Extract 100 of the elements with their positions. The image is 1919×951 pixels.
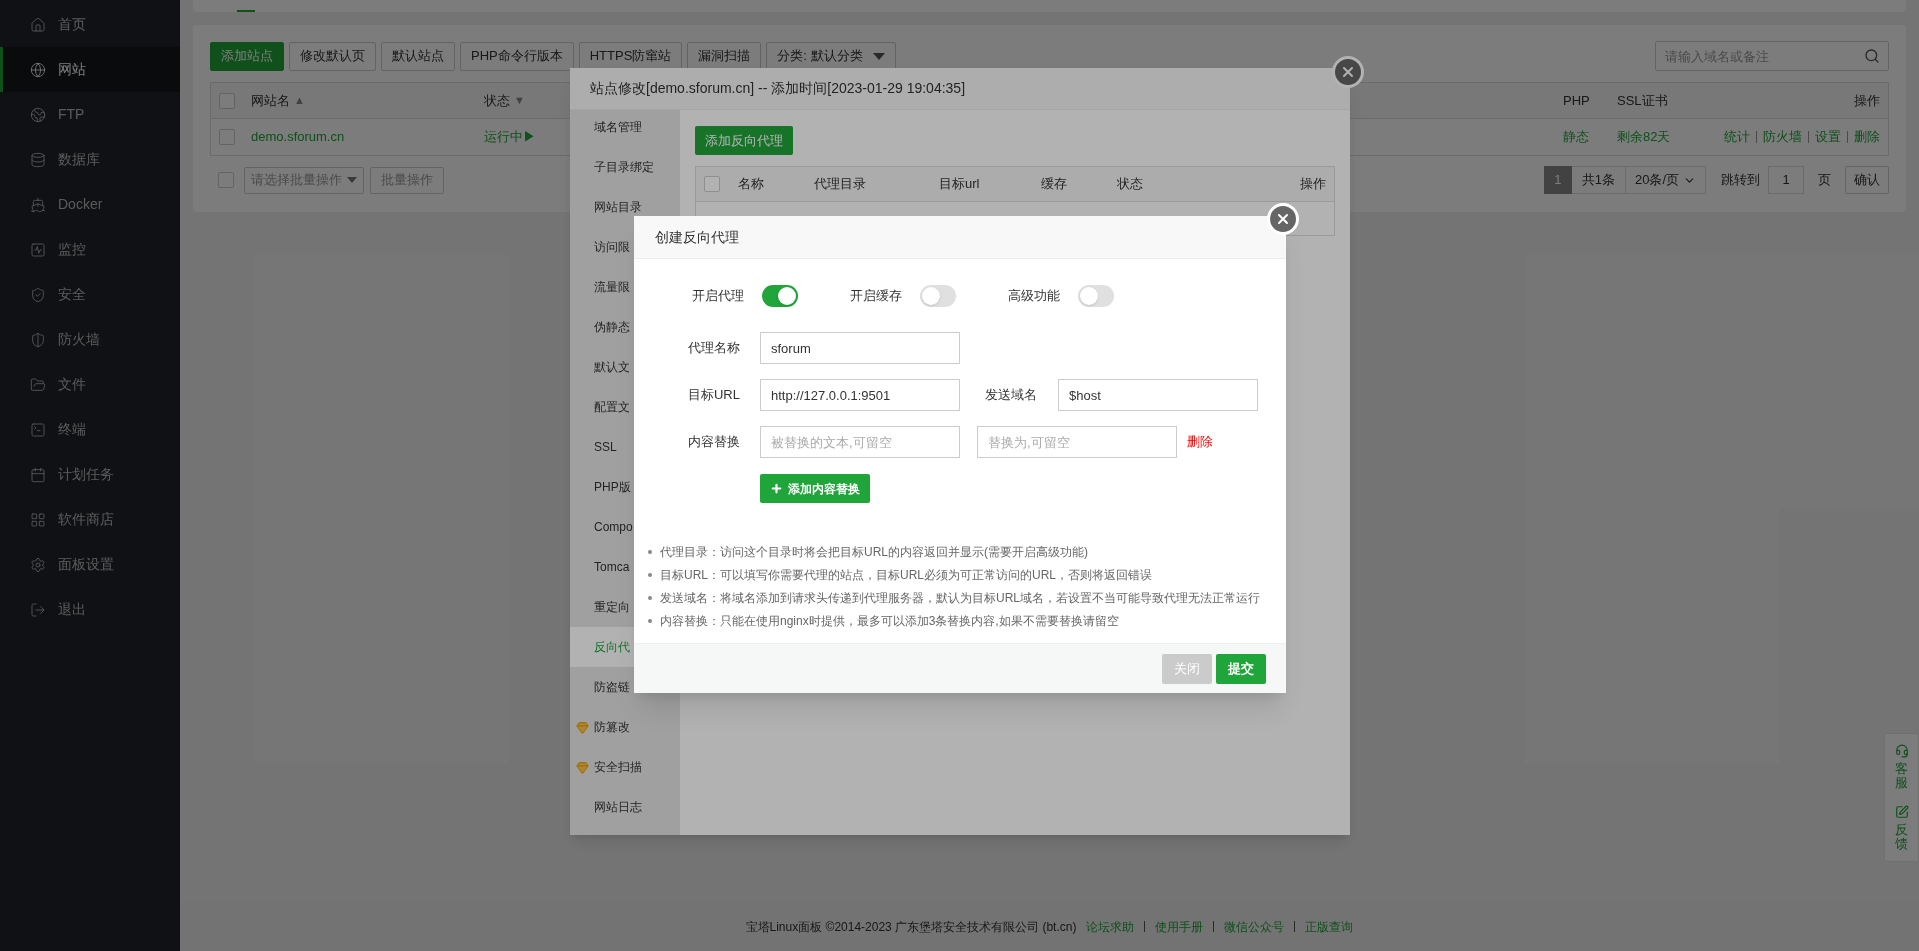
- checkbox[interactable]: [704, 176, 720, 192]
- toolbar-button[interactable]: 添加站点: [210, 41, 284, 71]
- edit-icon: [1894, 804, 1909, 819]
- sidebar-item[interactable]: 文件: [0, 362, 180, 407]
- page-unit: 页: [1818, 171, 1831, 190]
- url-field[interactable]: http://127.0.0.1:9501: [760, 379, 960, 411]
- dialog-title: 创建反向代理: [655, 227, 739, 247]
- sidebar-item[interactable]: 软件商店: [0, 497, 180, 542]
- toolbar-button[interactable]: HTTPS防窜站: [578, 41, 683, 71]
- dialog-title: 站点修改[demo.sforum.cn] -- 添加时间[2023-01-29 19:04:35]: [590, 79, 966, 98]
- sort-mark[interactable]: ▲: [294, 92, 305, 109]
- checkbox[interactable]: [218, 172, 234, 188]
- toggle-switch[interactable]: [762, 285, 798, 307]
- checkbox[interactable]: [219, 92, 235, 109]
- home-icon: [30, 16, 46, 33]
- copyright-text: 宝塔Linux面板 ©2014-2023 广东堡塔安全技术有限公司 (bt.cn): [745, 918, 1077, 936]
- sidebar-item[interactable]: 首页: [0, 2, 180, 47]
- column-header[interactable]: 网站名: [251, 90, 290, 111]
- column-header[interactable]: 状态: [484, 90, 510, 111]
- menu-item[interactable]: 子目录绑定: [570, 147, 680, 187]
- footer-link[interactable]: 微信公众号: [1224, 917, 1285, 936]
- gem-icon: [576, 760, 589, 774]
- bullet-icon: [648, 573, 652, 577]
- search-icon: [1864, 48, 1880, 64]
- column-header: 状态: [1117, 175, 1143, 194]
- sidebar-item[interactable]: Docker: [0, 182, 180, 227]
- toolbar-button[interactable]: 漏洞扫描: [687, 41, 762, 71]
- site-link[interactable]: demo.sforum.cn: [251, 127, 345, 147]
- action-link[interactable]: 删除: [1854, 127, 1880, 147]
- dialog-button[interactable]: 提交: [1216, 653, 1266, 684]
- shield-check-icon: [30, 286, 46, 303]
- sidebar-item[interactable]: 面板设置: [0, 542, 180, 587]
- status-link[interactable]: 运行中▶: [484, 127, 536, 147]
- ship-icon: [30, 196, 46, 213]
- column-header: 操作: [1854, 91, 1880, 110]
- page-input[interactable]: 1: [1768, 166, 1804, 194]
- caret-icon: [873, 52, 886, 60]
- replace-from-field[interactable]: 被替换的文本,可留空: [760, 426, 960, 458]
- grid-icon: [30, 511, 46, 528]
- plus-icon: [770, 482, 783, 495]
- toggle-switch[interactable]: [920, 285, 956, 307]
- switch-label: 开启代理: [692, 287, 744, 306]
- menu-item[interactable]: 网站日志: [570, 787, 680, 827]
- sidebar-item[interactable]: 计划任务: [0, 452, 180, 497]
- sort-mark[interactable]: ▼: [514, 92, 525, 109]
- bullet-icon: [648, 596, 652, 600]
- delete-link[interactable]: 删除: [1187, 432, 1213, 452]
- float-item[interactable]: 反馈: [1894, 804, 1909, 852]
- toggle-switch[interactable]: [1078, 285, 1114, 307]
- action-link[interactable]: 统计: [1724, 127, 1750, 147]
- sidebar-item[interactable]: 监控: [0, 227, 180, 272]
- sidebar-item[interactable]: 安全: [0, 272, 180, 317]
- menu-item[interactable]: 域名管理: [570, 107, 680, 147]
- total-count: 共1条: [1571, 166, 1626, 194]
- page-size-select[interactable]: 20条/页: [1626, 166, 1706, 194]
- globe-icon: [30, 61, 46, 78]
- domain-field[interactable]: $host: [1058, 379, 1258, 411]
- checkbox[interactable]: [219, 129, 235, 145]
- menu-item[interactable]: 网站目录: [570, 187, 680, 227]
- menu-item[interactable]: 防篡改: [570, 707, 680, 747]
- column-header: SSL证书: [1617, 91, 1668, 110]
- menu-item[interactable]: 安全扫描: [570, 747, 680, 787]
- close-icon: [1275, 211, 1291, 227]
- note-text: 发送域名：将域名添加到请求头传递到代理服务器，默认为目标URL域名，若设置不当可能导致代理无法正常运行: [660, 590, 1260, 607]
- chart-icon: [30, 241, 46, 258]
- action-link[interactable]: 防火墙: [1763, 127, 1802, 147]
- float-item[interactable]: 客服: [1894, 744, 1909, 791]
- folder-icon: [30, 376, 46, 393]
- sidebar-item[interactable]: 网站: [0, 47, 180, 92]
- sidebar-item[interactable]: 终端: [0, 407, 180, 452]
- confirm-button[interactable]: 确认: [1845, 166, 1889, 194]
- sidebar-item[interactable]: 数据库: [0, 137, 180, 182]
- calendar-icon: [30, 466, 46, 483]
- action-link[interactable]: 设置: [1815, 127, 1841, 147]
- bullet-icon: [648, 619, 652, 623]
- toolbar-button[interactable]: 修改默认页: [289, 41, 376, 71]
- name-field[interactable]: sforum: [760, 332, 960, 364]
- column-header: 目标url: [939, 175, 980, 194]
- add-replace-button[interactable]: 添加内容替换: [760, 474, 870, 503]
- note-text: 代理目录：访问这个目录时将会把目标URL的内容返回并显示(需要开启高级功能): [660, 544, 1088, 561]
- add-proxy-button[interactable]: 添加反向代理: [695, 126, 793, 155]
- toolbar-button[interactable]: PHP命令行版本: [460, 41, 574, 71]
- category-select[interactable]: 分类: 默认分类: [766, 41, 897, 71]
- replace-to-field[interactable]: 替换为,可留空: [977, 426, 1177, 458]
- caret-icon: [347, 177, 357, 183]
- note-text: 目标URL：可以填写你需要代理的站点，目标URL必须为可正常访问的URL，否则将返回错误: [660, 567, 1153, 584]
- earth-icon: [30, 106, 46, 123]
- footer-link[interactable]: 正版查询: [1305, 917, 1354, 936]
- footer-link[interactable]: 论坛求助: [1086, 917, 1135, 936]
- close-icon: [1340, 64, 1356, 80]
- field-label: 内容替换: [687, 433, 740, 452]
- sidebar-item[interactable]: 防火墙: [0, 317, 180, 362]
- gem-icon: [576, 720, 589, 734]
- sidebar-item[interactable]: FTP: [0, 92, 180, 137]
- switch-label: 高级功能: [1008, 287, 1060, 306]
- sidebar-item[interactable]: 退出: [0, 587, 180, 632]
- ssl-link[interactable]: 剩余82天: [1617, 127, 1671, 147]
- footer-link[interactable]: 使用手册: [1155, 917, 1204, 936]
- php-link[interactable]: 静态: [1563, 127, 1589, 147]
- toolbar-button[interactable]: 默认站点: [381, 41, 455, 71]
